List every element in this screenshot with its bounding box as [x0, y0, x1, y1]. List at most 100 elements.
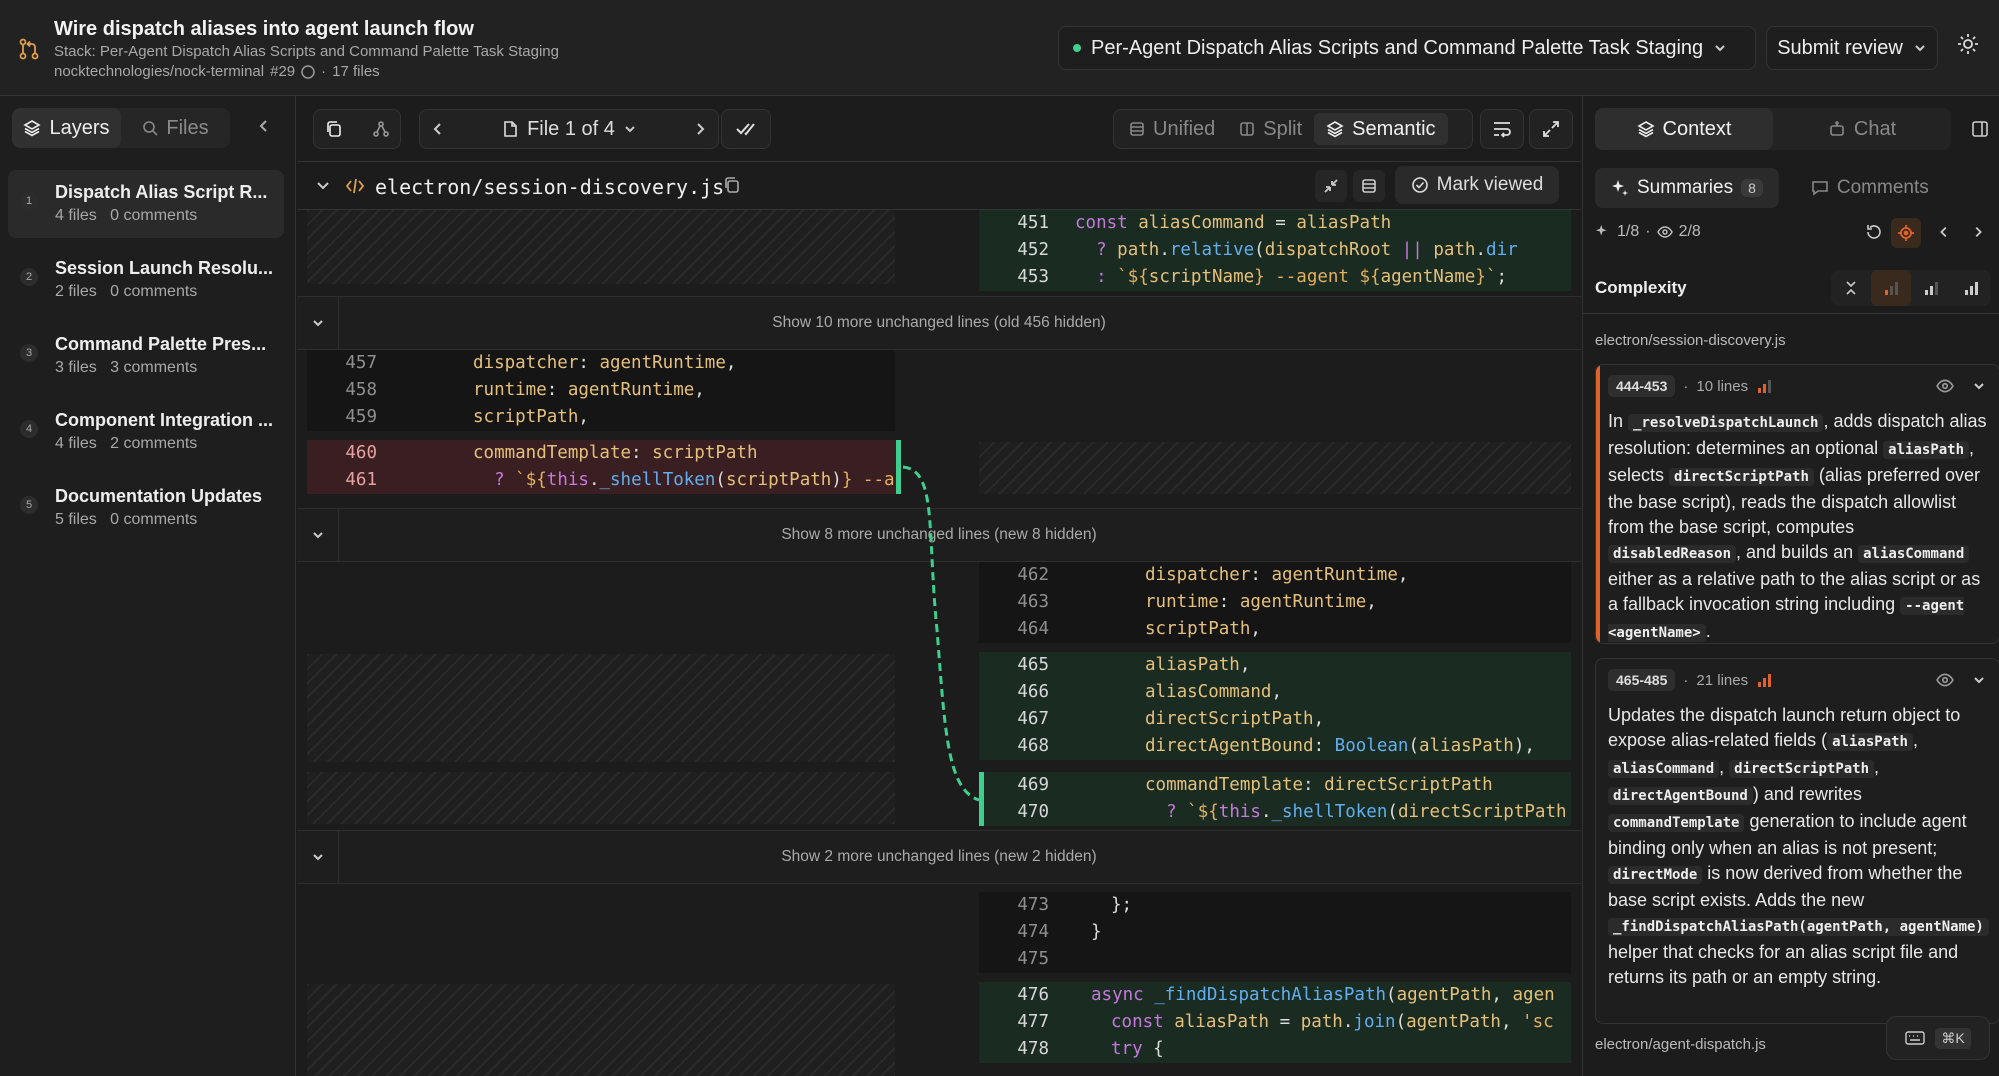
status-dot: [1073, 44, 1081, 52]
tab-context[interactable]: Context: [1595, 108, 1773, 150]
repo-name[interactable]: nocktechnologies/nock-terminal: [54, 63, 264, 80]
layer-item[interactable]: 5 Documentation Updates 5 files 0 commen…: [8, 474, 284, 542]
code-icon: [345, 177, 365, 195]
semantic-view-button[interactable]: Semantic: [1314, 113, 1448, 145]
layer-item[interactable]: 3 Command Palette Pres... 3 files 3 comm…: [8, 322, 284, 390]
mark-viewed-button[interactable]: Mark viewed: [1395, 166, 1559, 204]
summaries-count-badge: 8: [1741, 179, 1763, 197]
summary-nav-row: 1/8 · 2/8: [1595, 218, 1999, 250]
file-select[interactable]: File 1 of 4: [501, 118, 637, 141]
layer-stats: 5 files 0 comments: [55, 511, 197, 529]
separator: ·: [1683, 671, 1689, 689]
chevron-right-icon[interactable]: [1971, 225, 1985, 239]
summary-text-part: helper that checks for an alias script f…: [1608, 942, 1959, 987]
view-mode-toggle: [313, 109, 401, 149]
summary-card-header: 444-453 · 10 lines: [1608, 375, 1772, 397]
panel-toggle-icon[interactable]: [1971, 120, 1989, 138]
refresh-icon[interactable]: [1865, 223, 1883, 241]
files-count: 17 files: [332, 63, 380, 80]
github-icon[interactable]: [301, 64, 315, 79]
layer-item[interactable]: 2 Session Launch Resolu... 2 files 0 com…: [8, 246, 284, 314]
chevron-down-icon[interactable]: [1972, 673, 1986, 687]
line-number: 477: [1017, 1012, 1049, 1032]
inline-code: disabledReason: [1608, 545, 1737, 563]
line-number: 474: [1017, 922, 1049, 942]
chevron-left-icon[interactable]: [1937, 225, 1951, 239]
tab-chat[interactable]: Chat: [1773, 108, 1951, 150]
summary-position: 1/8 · 2/8: [1595, 223, 1701, 241]
inline-code: directScriptPath: [1729, 760, 1875, 778]
complexity-medium-icon[interactable]: [1911, 270, 1951, 306]
summary-card[interactable]: 465-485 · 21 lines Updates the dispatch …: [1595, 658, 1999, 1024]
unified-view-button[interactable]: Unified: [1117, 113, 1227, 145]
complexity-filter: [1831, 270, 1991, 306]
layers-icon: [1326, 120, 1344, 138]
line-number: 473: [1017, 895, 1049, 915]
copy-icon[interactable]: [723, 176, 741, 194]
summary-file-label: electron/session-discovery.js: [1595, 332, 1786, 349]
line-count: 10 lines: [1696, 377, 1749, 395]
layers-icon: [23, 119, 42, 137]
tab-summaries-label: Summaries: [1637, 177, 1734, 198]
chevron-down-icon[interactable]: [315, 178, 331, 194]
tab-summaries[interactable]: Summaries 8: [1595, 168, 1779, 208]
shortcut-label: ⌘K: [1935, 1027, 1971, 1049]
layer-item[interactable]: 1 Dispatch Alias Script R... 4 files 0 c…: [8, 170, 284, 238]
stack-select[interactable]: Per-Agent Dispatch Alias Scripts and Com…: [1058, 26, 1756, 70]
layer-title: Dispatch Alias Script R...: [55, 182, 268, 202]
table-icon[interactable]: [1353, 170, 1385, 202]
keyboard-shortcut-button[interactable]: ⌘K: [1886, 1016, 1990, 1060]
chevron-left-icon[interactable]: [256, 118, 272, 134]
complexity-high-icon[interactable]: [1951, 270, 1991, 306]
fullscreen-button[interactable]: [1529, 109, 1573, 149]
stack-select-label: Per-Agent Dispatch Alias Scripts and Com…: [1091, 36, 1704, 59]
diff-toolbar: File 1 of 4 Unified Split Semantic: [297, 96, 1581, 162]
complexity-low-icon[interactable]: [1871, 270, 1911, 306]
code-line: };: [1111, 895, 1133, 915]
chevron-down-icon[interactable]: [1972, 379, 1986, 393]
pr-number[interactable]: #29: [270, 63, 295, 80]
chevron-right-icon[interactable]: [692, 121, 708, 137]
file-header: electron/session-discovery.js Mark viewe…: [297, 162, 1581, 210]
layer-item[interactable]: 4 Component Integration ... 4 files 2 co…: [8, 398, 284, 466]
tab-files-label: Files: [166, 116, 209, 139]
eye-icon[interactable]: [1936, 379, 1954, 393]
collapse-icon[interactable]: [1315, 170, 1347, 202]
expand-label: Show 2 more unchanged lines (new 2 hidde…: [781, 848, 1097, 865]
graph-icon[interactable]: [372, 120, 390, 138]
chevron-left-icon[interactable]: [430, 121, 446, 137]
wrap-lines-button[interactable]: [1480, 109, 1524, 149]
file-navigator: File 1 of 4: [419, 109, 719, 149]
inline-code: directMode: [1608, 866, 1703, 884]
inline-code: _findDispatchAliasPath(agentPath, agentN…: [1608, 918, 1989, 936]
tab-files[interactable]: Files: [121, 108, 230, 148]
layer-files: 5 files: [55, 511, 97, 528]
sun-icon[interactable]: [1956, 32, 1980, 56]
summary-text-part: ,: [1912, 730, 1918, 750]
inline-code: directScriptPath: [1669, 468, 1814, 486]
collapse-all-icon[interactable]: [1831, 270, 1871, 306]
layer-files: 2 files: [55, 283, 97, 300]
layers-sidebar: Layers Files 1 Dispatch Alias Script R..…: [0, 96, 296, 1076]
tab-chat-label: Chat: [1853, 117, 1897, 140]
target-icon[interactable]: [1891, 218, 1921, 248]
expand-unchanged-row[interactable]: Show 2 more unchanged lines (new 2 hidde…: [297, 830, 1581, 884]
split-view-button[interactable]: Split: [1227, 113, 1314, 145]
tab-layers[interactable]: Layers: [12, 108, 121, 148]
inline-code: aliasPath: [1827, 733, 1913, 751]
mark-all-viewed-button[interactable]: [721, 109, 771, 149]
tab-comments-label: Comments: [1836, 177, 1929, 198]
summary-card[interactable]: 444-453 · 10 lines In _resolveDispatchLa…: [1595, 364, 1999, 644]
separator: ·: [1683, 377, 1689, 395]
robot-icon: [1828, 120, 1846, 138]
submit-review-button[interactable]: Submit review: [1766, 26, 1938, 70]
eye-icon[interactable]: [1936, 673, 1954, 687]
layer-comments: 0 comments: [110, 283, 198, 300]
tab-comments[interactable]: Comments: [1795, 168, 1945, 208]
sidebar-tabs: Layers Files: [12, 108, 230, 148]
copy-icon[interactable]: [325, 120, 343, 138]
expand-icon: [1542, 120, 1560, 138]
split-icon: [1239, 121, 1255, 137]
complexity-bar: [1596, 365, 1600, 643]
code-line: const aliasPath = path.join(agentPath, '…: [1111, 1012, 1554, 1032]
